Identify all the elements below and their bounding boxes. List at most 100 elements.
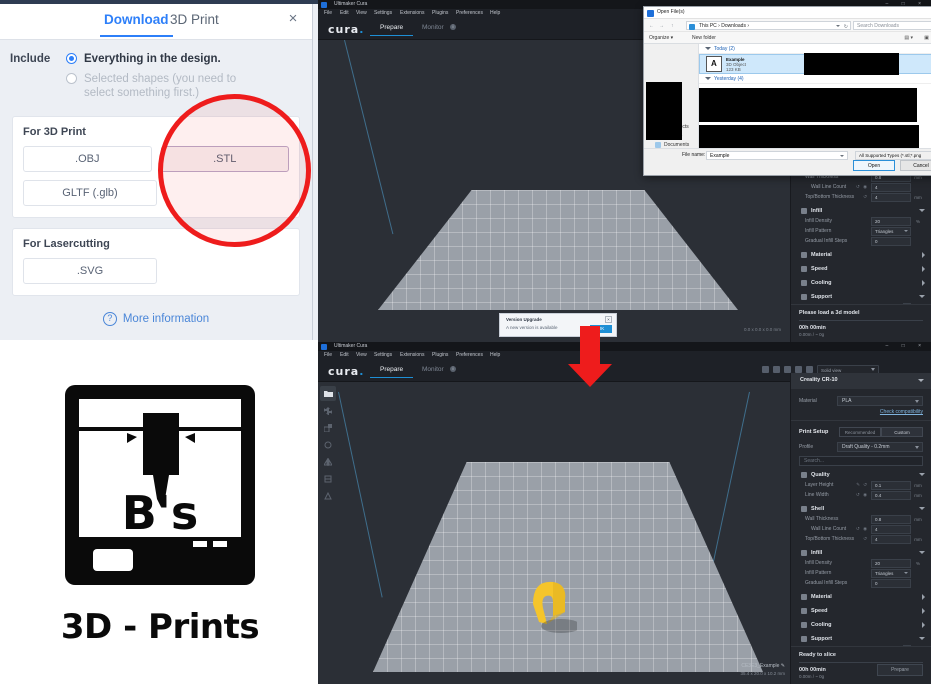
menu-plugins[interactable]: Plugins bbox=[432, 352, 448, 358]
view-right-icon[interactable] bbox=[806, 366, 813, 373]
setting-input[interactable]: 20 bbox=[871, 217, 911, 226]
breadcrumb[interactable]: This PC › Downloads › ↻ bbox=[686, 21, 851, 30]
setting-input[interactable]: 0.8 bbox=[871, 515, 911, 524]
refresh-icon[interactable]: ↻ bbox=[844, 23, 848, 31]
edit-icon[interactable]: ✎ bbox=[781, 663, 785, 669]
open-button[interactable]: Open bbox=[853, 160, 895, 171]
prepare-button[interactable]: Prepare bbox=[877, 664, 923, 676]
view-front-icon[interactable] bbox=[773, 366, 780, 373]
setting-input[interactable]: 4 bbox=[871, 535, 911, 544]
menu-extensions[interactable]: Extensions bbox=[400, 10, 424, 16]
view-top-icon[interactable] bbox=[784, 366, 791, 373]
settings-category-speed[interactable]: Speed bbox=[791, 605, 931, 616]
setting-input[interactable]: 0 bbox=[871, 579, 911, 588]
settings-category-support[interactable]: Support bbox=[791, 633, 931, 644]
nav-back-icon[interactable]: ← bbox=[649, 23, 654, 29]
organize-button[interactable]: Organize ▾ bbox=[649, 35, 673, 41]
menu-plugins[interactable]: Plugins bbox=[432, 10, 448, 16]
group-header-yesterday[interactable]: Yesterday (4) bbox=[699, 74, 931, 84]
file-type-select[interactable]: All Supported Types (*.stl;*.png bbox=[855, 151, 931, 160]
setting-input[interactable]: 4 bbox=[871, 525, 911, 534]
menu-extensions[interactable]: Extensions bbox=[400, 352, 424, 358]
settings-category-shell[interactable]: Shell bbox=[791, 503, 931, 514]
nav-forward-icon[interactable]: → bbox=[659, 23, 664, 29]
setting-input[interactable]: 4 bbox=[871, 183, 911, 192]
settings-category-support[interactable]: Support bbox=[791, 291, 931, 302]
menu-view[interactable]: View bbox=[356, 352, 367, 358]
radio-icon-selected-shapes[interactable] bbox=[66, 73, 77, 84]
profile-select-bottom[interactable]: Draft Quality - 0.2mm bbox=[837, 442, 923, 452]
tab-monitor-top[interactable]: Monitor bbox=[422, 24, 444, 31]
file-name-input[interactable]: Example bbox=[706, 151, 848, 160]
menu-help[interactable]: Help bbox=[490, 352, 500, 358]
menu-preferences[interactable]: Preferences bbox=[456, 352, 483, 358]
setting-input[interactable]: 0 bbox=[871, 237, 911, 246]
format-button-stl[interactable]: .STL bbox=[161, 146, 290, 172]
mode-custom-bottom[interactable]: Custom bbox=[881, 427, 923, 437]
toast-close-icon[interactable]: × bbox=[605, 316, 612, 323]
radio-everything[interactable]: Everything in the design. bbox=[66, 52, 302, 66]
menu-edit[interactable]: Edit bbox=[340, 10, 349, 16]
menu-preferences[interactable]: Preferences bbox=[456, 10, 483, 16]
close-icon[interactable]: × bbox=[284, 10, 302, 28]
view-options-icon[interactable]: ▤ ▾ bbox=[904, 35, 913, 41]
chevron-down-icon[interactable] bbox=[840, 155, 844, 157]
mirror-tool-icon[interactable] bbox=[320, 454, 336, 469]
cancel-button[interactable]: Cancel bbox=[900, 160, 931, 171]
menu-edit[interactable]: Edit bbox=[340, 352, 349, 358]
format-button-gltf[interactable]: GLTF (.glb) bbox=[23, 180, 157, 206]
cura-bottom-viewport[interactable] bbox=[318, 382, 790, 684]
view-3d-icon[interactable] bbox=[762, 366, 769, 373]
menu-settings[interactable]: Settings bbox=[374, 10, 392, 16]
scale-tool-icon[interactable] bbox=[320, 420, 336, 435]
radio-selected-shapes[interactable]: Selected shapes (you need to select some… bbox=[66, 72, 302, 100]
setting-state-icons[interactable]: ↺ bbox=[863, 194, 868, 200]
nav-up-icon[interactable]: ↑ bbox=[671, 23, 674, 29]
view-left-icon[interactable] bbox=[795, 366, 802, 373]
more-information-link[interactable]: ? More information bbox=[10, 312, 302, 326]
preview-pane-icon[interactable]: ▣ bbox=[924, 35, 929, 41]
tab-prepare-bottom[interactable]: Prepare bbox=[380, 366, 403, 373]
tab-monitor-bottom[interactable]: Monitor bbox=[422, 366, 444, 373]
search-input[interactable]: Search Downloads ⌕ bbox=[853, 21, 931, 30]
settings-category-cooling[interactable]: Cooling bbox=[791, 619, 931, 630]
format-button-obj[interactable]: .OBJ bbox=[23, 146, 152, 172]
setting-input[interactable]: 20 bbox=[871, 559, 911, 568]
tab-3d-print[interactable]: 3D Print bbox=[170, 12, 219, 27]
menu-view[interactable]: View bbox=[356, 10, 367, 16]
model-on-buildplate[interactable] bbox=[513, 574, 577, 634]
support-blocker-icon[interactable] bbox=[320, 488, 336, 503]
settings-search-input-bottom[interactable]: Search... bbox=[799, 456, 923, 466]
window-controls-bottom[interactable]: – □ × bbox=[886, 343, 928, 349]
setting-state-icons[interactable]: ↺ ◉ bbox=[856, 184, 868, 190]
mode-recommended-bottom[interactable]: Recommended bbox=[839, 427, 881, 437]
chevron-down-icon[interactable] bbox=[836, 25, 840, 27]
settings-category-material[interactable]: Material bbox=[791, 249, 931, 260]
setting-input[interactable]: 0.1 bbox=[871, 481, 911, 490]
setting-state-icons[interactable]: ↺ bbox=[863, 536, 868, 542]
radio-icon-everything[interactable] bbox=[66, 53, 77, 64]
new-folder-button[interactable]: New folder bbox=[692, 35, 716, 41]
check-compatibility-link-bottom[interactable]: Check compatibility bbox=[791, 409, 923, 415]
move-tool-icon[interactable] bbox=[320, 403, 336, 418]
menu-help[interactable]: Help bbox=[490, 10, 500, 16]
menu-file[interactable]: File bbox=[324, 10, 332, 16]
setting-select[interactable]: Triangles bbox=[871, 569, 911, 578]
menu-settings[interactable]: Settings bbox=[374, 352, 392, 358]
settings-category-cooling[interactable]: Cooling bbox=[791, 277, 931, 288]
tab-prepare-top[interactable]: Prepare bbox=[380, 24, 403, 31]
printer-selector-bottom[interactable]: Creality CR-10 bbox=[791, 373, 931, 389]
toast-ok-button[interactable]: OK bbox=[590, 325, 612, 333]
settings-category-quality[interactable]: Quality bbox=[791, 469, 931, 480]
settings-category-material[interactable]: Material bbox=[791, 591, 931, 602]
open-file-icon[interactable] bbox=[320, 386, 336, 401]
nav-item-documents[interactable]: Documents bbox=[644, 140, 698, 148]
tab-download[interactable]: Download bbox=[104, 12, 169, 27]
settings-category-speed[interactable]: Speed bbox=[791, 263, 931, 274]
menu-file[interactable]: File bbox=[324, 352, 332, 358]
settings-category-infill[interactable]: Infill bbox=[791, 547, 931, 558]
per-model-settings-icon[interactable] bbox=[320, 471, 336, 486]
setting-state-icons[interactable]: ↺ ◉ bbox=[856, 492, 868, 498]
setting-input[interactable]: 4 bbox=[871, 193, 911, 202]
rotate-tool-icon[interactable] bbox=[320, 437, 336, 452]
